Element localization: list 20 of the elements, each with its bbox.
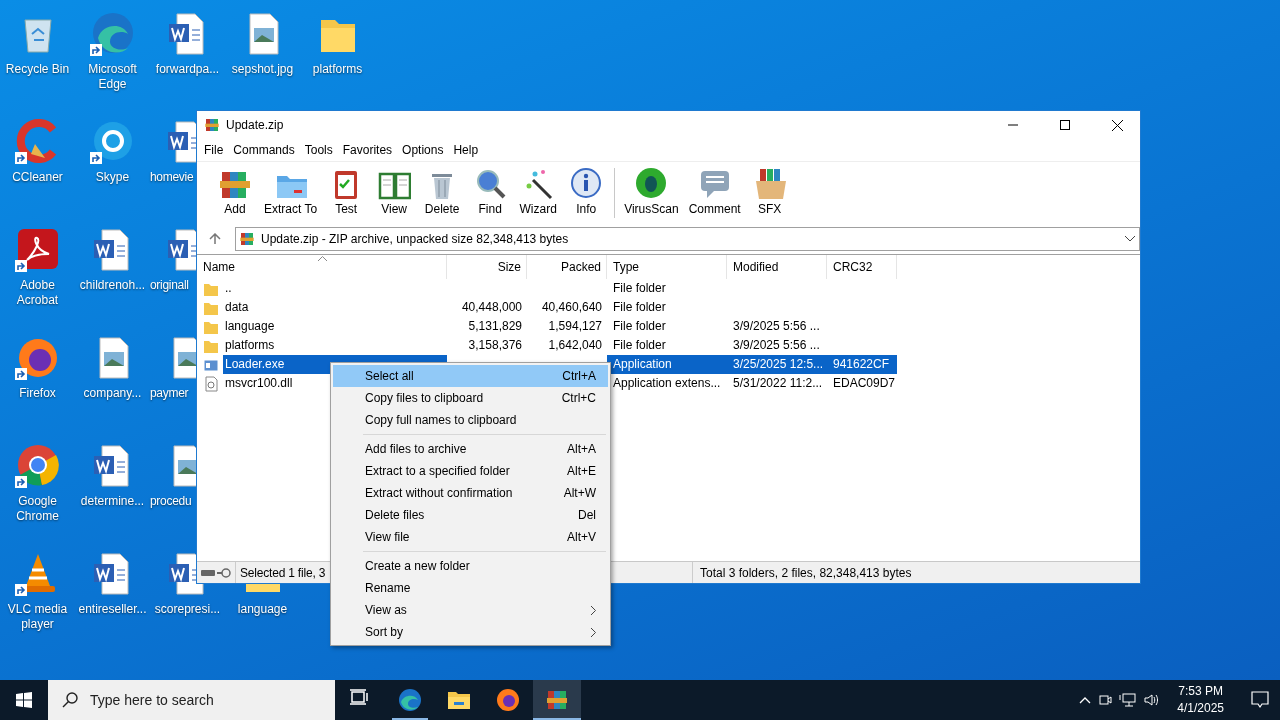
table-cell: 1,642,040 [548, 338, 602, 352]
window-title: Update.zip [226, 118, 285, 132]
table-cell: File folder [613, 338, 666, 352]
table-cell: EDAC09D7 [833, 376, 896, 390]
table-cell: 1,594,127 [548, 319, 602, 333]
status-text: Total 3 folders, 2 files, 82,348,413 bytes [692, 562, 1140, 583]
table-cell: 5,131,829 [468, 319, 522, 333]
table-cell: Application [613, 357, 672, 371]
table-cell: 3/25/2025 12:5... [733, 357, 824, 371]
table-cell: 3/9/2025 5:56 ... [733, 338, 820, 352]
table-cell: File folder [613, 319, 666, 333]
table-cell: 941622CF [833, 357, 890, 371]
table-cell: 40,460,640 [541, 300, 602, 314]
table-cell: 40,448,000 [461, 300, 522, 314]
table-cell: 3,158,376 [468, 338, 522, 352]
table-cell: Application extens... [613, 376, 721, 390]
table-cell: 3/9/2025 5:56 ... [733, 319, 820, 333]
table-cell: File folder [613, 300, 666, 314]
table-cell: File folder [613, 281, 666, 295]
table-cell: 5/31/2022 11:2... [733, 376, 823, 390]
